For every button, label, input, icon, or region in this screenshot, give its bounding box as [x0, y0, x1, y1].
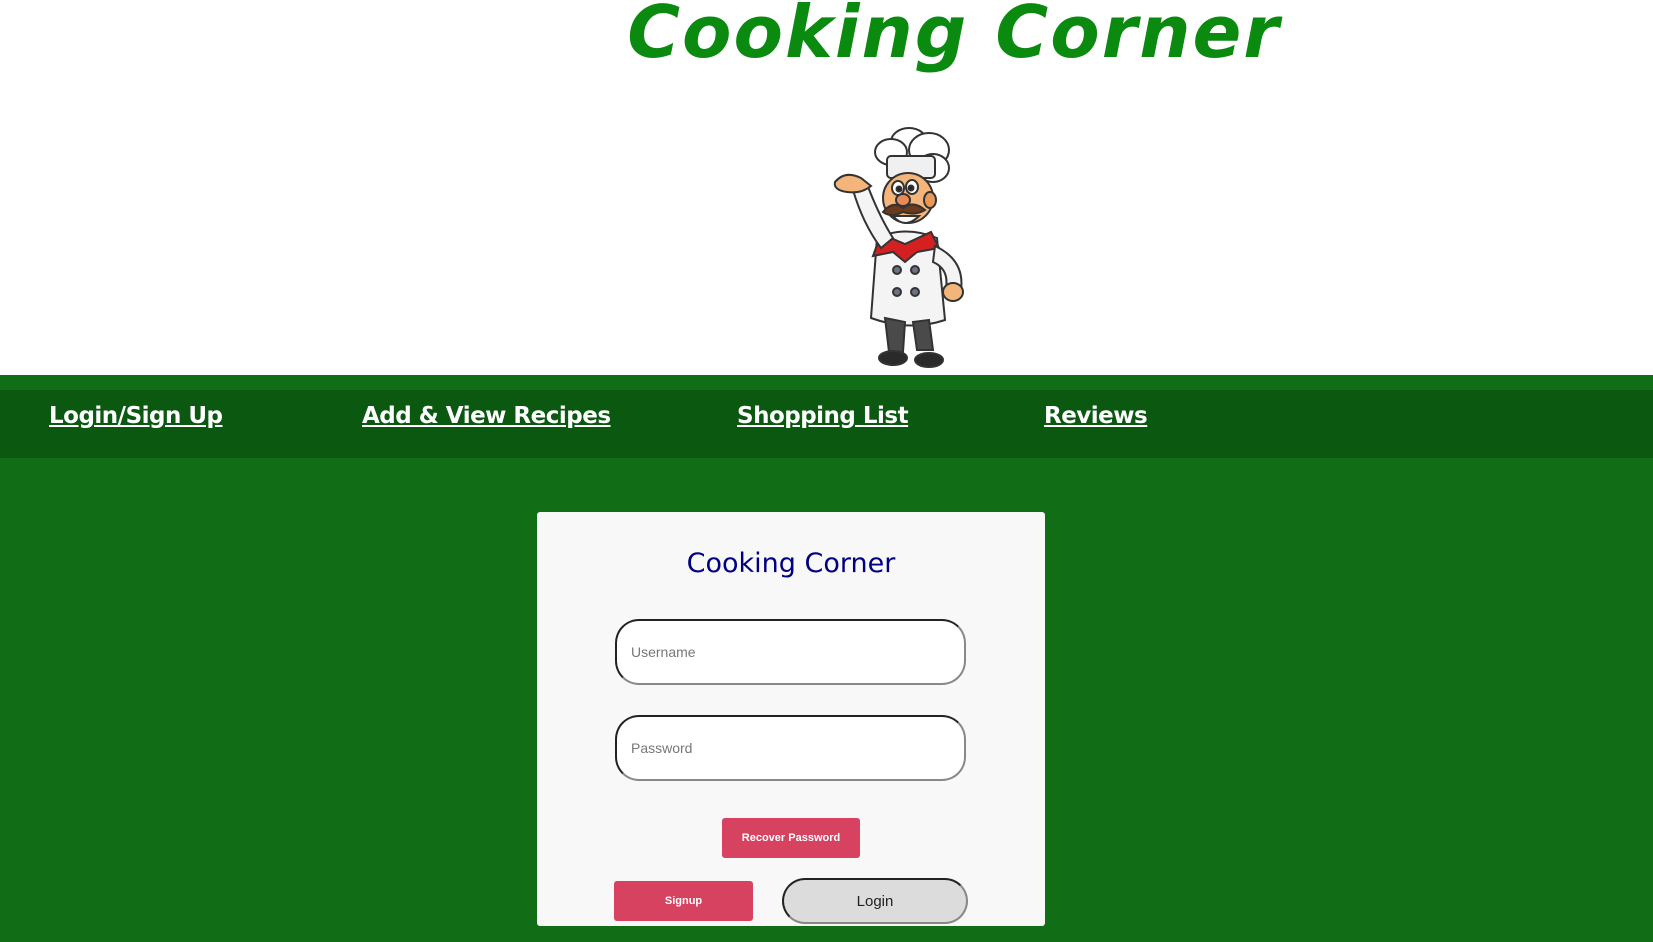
signup-button[interactable]: Signup [614, 881, 753, 921]
chef-mascot-image [833, 127, 964, 368]
site-title: Cooking Corner [627, 0, 1281, 74]
nav-link-recipes[interactable]: Add & View Recipes [362, 403, 611, 429]
username-input[interactable] [615, 619, 966, 685]
login-card-title: Cooking Corner [686, 548, 896, 579]
login-button[interactable]: Login [782, 878, 968, 924]
nav-link-login-signup[interactable]: Login/Sign Up [49, 403, 223, 429]
site-header: Cooking Corner [0, 0, 1653, 375]
password-input[interactable] [615, 715, 966, 781]
login-card: Cooking Corner Recover Password Signup L… [537, 512, 1045, 926]
nav-link-reviews[interactable]: Reviews [1044, 403, 1148, 429]
recover-password-button[interactable]: Recover Password [722, 818, 860, 858]
nav-link-shopping-list[interactable]: Shopping List [737, 403, 909, 429]
